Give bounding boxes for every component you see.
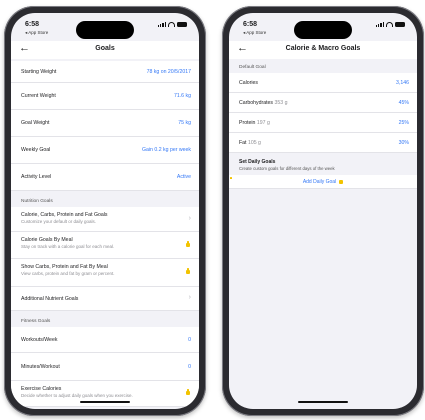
add-daily-goal-button[interactable]: Add Daily Goal [229, 175, 417, 189]
row-value: 0 [188, 336, 191, 343]
back-to-app-store[interactable]: ◂ App Store [243, 30, 266, 36]
row-value: 78 kg on 20/5/2017 [146, 68, 191, 75]
set-daily-description: Create custom goals for different days o… [239, 166, 335, 171]
row-value: Gain 0.2 kg per week [141, 147, 191, 153]
row-label: Weekly Goal [21, 147, 51, 153]
set-daily-title: Set Daily Goals [239, 159, 276, 165]
battery-icon [177, 22, 187, 27]
cellular-signal-icon [375, 22, 384, 27]
row-label: Workouts/Week [21, 336, 58, 343]
premium-lock-icon [186, 240, 190, 247]
battery-icon [395, 22, 405, 27]
row-label: Additional Nutrient Goals [21, 295, 79, 302]
row-value: 71.6 kg [173, 93, 191, 99]
row-label: Activity Level [21, 174, 52, 180]
row-value: 30% [398, 139, 409, 146]
nutrition-row-additional-nutrients[interactable]: Additional Nutrient Goals › [11, 287, 199, 311]
row-subtitle: Stay on track with a calorie goal for ea… [21, 244, 115, 249]
row-label: Calorie, Carbs, Protein and Fat Goals [21, 212, 108, 218]
row-grams: 353 g [274, 99, 288, 106]
fitness-row-exercise-calories[interactable]: Exercise Calories Decide whether to adju… [11, 381, 199, 407]
row-label: Carbohydrates 353 g [239, 99, 288, 106]
row-label: Goal Weight [21, 120, 50, 126]
back-to-app-store[interactable]: ◂ App Store [25, 30, 48, 36]
row-value: 3,146 [396, 79, 409, 86]
wifi-icon [386, 22, 393, 27]
macro-row-protein[interactable]: Protein 197 g 25% [229, 113, 417, 133]
goal-row-goal-weight[interactable]: Goal Weight 75 kg [11, 110, 199, 137]
premium-lock-icon [186, 267, 190, 274]
row-subtitle: Customize your default or daily goals. [21, 219, 97, 224]
phone-goals: 6:58 ◂ App Store ← Goals Starting Weight… [4, 6, 206, 416]
goal-row-weekly-goal[interactable]: Weekly Goal Gain 0.2 kg per week [11, 137, 199, 164]
section-title: Fitness Goals [21, 319, 51, 324]
calorie-macro-screen: 6:58 ◂ App Store ← Calorie & Macro Goals… [229, 13, 417, 409]
chevron-right-icon: › [188, 294, 191, 301]
add-daily-goal-label: Add Daily Goal [302, 179, 337, 185]
status-time: 6:58 [25, 21, 40, 28]
fitness-row-minutes-workout[interactable]: Minutes/Workout 0 [11, 353, 199, 381]
dynamic-island [294, 21, 352, 39]
goals-screen: 6:58 ◂ App Store ← Goals Starting Weight… [11, 13, 199, 409]
goal-row-activity-level[interactable]: Activity Level Active [11, 164, 199, 191]
row-label: Minutes/Workout [21, 363, 60, 370]
phone-calorie-macro-goals: 6:58 ◂ App Store ← Calorie & Macro Goals… [222, 6, 424, 416]
chevron-right-icon: › [188, 215, 191, 222]
row-value: 25% [398, 119, 409, 126]
home-indicator[interactable] [298, 401, 348, 403]
macro-row-calories[interactable]: Calories 3,146 [229, 73, 417, 93]
row-subtitle: View carbs, protein and fat by gram or p… [21, 271, 115, 276]
nutrition-row-macros-by-meal[interactable]: Show Carbs, Protein and Fat By Meal View… [11, 259, 199, 287]
row-label: Current Weight [21, 93, 56, 99]
dynamic-island [76, 21, 134, 39]
section-header-default-goal: Default Goal [229, 61, 417, 73]
macro-row-carbohydrates[interactable]: Carbohydrates 353 g 45% [229, 93, 417, 113]
section-header-fitness: Fitness Goals [11, 311, 199, 327]
row-grams: 197 g [256, 119, 270, 126]
cellular-signal-icon [157, 22, 166, 27]
premium-lock-icon [186, 388, 190, 395]
section-header-nutrition: Nutrition Goals [11, 191, 199, 207]
goal-row-starting-weight[interactable]: Starting Weight 78 kg on 20/5/2017 [11, 61, 199, 83]
row-value: 0 [188, 363, 191, 370]
set-daily-goals-header: Set Daily Goals Create custom goals for … [229, 153, 417, 175]
row-label: Exercise Calories [21, 386, 62, 392]
section-title: Nutrition Goals [21, 199, 53, 204]
row-value: 45% [398, 99, 409, 106]
goal-row-current-weight[interactable]: Current Weight 71.6 kg [11, 83, 199, 110]
wifi-icon [168, 22, 175, 27]
nav-bar: ← Calorie & Macro Goals [229, 41, 417, 59]
page-title: Calorie & Macro Goals [285, 45, 361, 52]
row-value: 75 kg [178, 120, 191, 126]
home-indicator[interactable] [80, 401, 130, 403]
row-label: Calorie Goals By Meal [21, 237, 73, 243]
page-title: Goals [95, 45, 115, 52]
row-value: Active [176, 174, 191, 180]
premium-lock-icon [339, 179, 344, 184]
row-label: Protein 197 g [239, 119, 270, 126]
row-subtitle: Decide whether to adjust daily goals whe… [21, 393, 133, 398]
row-label: Fat 105 g [239, 139, 261, 146]
row-grams: 105 g [247, 139, 261, 146]
nav-bar: ← Goals [11, 41, 199, 59]
macro-goals-list: Default Goal Calories 3,146 Carbohydrate… [229, 61, 417, 409]
row-label: Calories [239, 79, 259, 86]
goals-list: Starting Weight 78 kg on 20/5/2017 Curre… [11, 61, 199, 409]
macro-row-fat[interactable]: Fat 105 g 30% [229, 133, 417, 153]
row-label: Starting Weight [21, 68, 57, 75]
nutrition-row-calorie-by-meal[interactable]: Calorie Goals By Meal Stay on track with… [11, 232, 199, 259]
section-title: Default Goal [239, 65, 266, 70]
fitness-row-workouts-week[interactable]: Workouts/Week 0 [11, 327, 199, 353]
nutrition-row-macro-goals[interactable]: Calorie, Carbs, Protein and Fat Goals Cu… [11, 207, 199, 232]
row-label: Show Carbs, Protein and Fat By Meal [21, 264, 108, 270]
status-time: 6:58 [243, 21, 258, 28]
